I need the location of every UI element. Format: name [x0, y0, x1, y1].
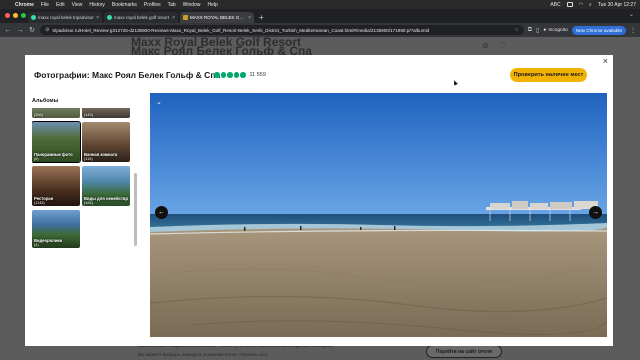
address-bar[interactable]: ⚙ tripadvisor.ru/Hotel_Review-g312725-d2…	[40, 25, 524, 35]
visit-hotel-site-button[interactable]: Перейти на сайт отеля	[426, 345, 502, 358]
kebab-menu-icon[interactable]: ⋮	[630, 27, 636, 34]
new-chrome-available-button[interactable]: New Chrome available	[571, 25, 626, 35]
close-icon[interactable]: ×	[603, 56, 608, 66]
menu-view[interactable]: View	[72, 2, 83, 8]
album-label: Панорамные фото	[34, 152, 73, 157]
address-url: tripadvisor.ru/Hotel_Review-g312725-d213…	[52, 27, 430, 33]
close-tab-icon[interactable]: ×	[96, 15, 99, 21]
album-scrollbar[interactable]	[134, 173, 137, 246]
collapse-chevron-icon[interactable]: ⌄	[156, 98, 162, 106]
tripadvisor-favicon-icon	[107, 15, 112, 20]
side-panel-icon[interactable]: ▯	[536, 27, 539, 34]
tab-search-chevron-icon[interactable]: ⌄	[629, 11, 634, 18]
album-count: (4)	[34, 243, 39, 247]
menu-edit[interactable]: Edit	[56, 2, 65, 8]
rating-bubble-icon	[233, 72, 239, 78]
incognito-label: Incognito	[548, 27, 568, 33]
album-count: (356)	[34, 113, 43, 117]
incognito-indicator[interactable]: ● Incognito	[543, 28, 567, 33]
menu-window[interactable]: Window	[183, 2, 201, 8]
close-tab-icon[interactable]: ×	[248, 15, 251, 21]
menu-file[interactable]: File	[41, 2, 49, 8]
rating-bubble-icon	[220, 72, 226, 78]
albums-heading: Альбомы	[32, 98, 59, 104]
album-thumbnail[interactable]: Ресторан (1132)	[32, 166, 80, 206]
rating-bubble-icon	[240, 72, 246, 78]
reload-icon[interactable]: ↻	[28, 26, 36, 34]
heart-icon[interactable]: ♡	[499, 41, 506, 50]
hotel-actions: ⊚ ♡	[482, 41, 506, 50]
album-count: (1132)	[34, 201, 45, 205]
wifi-icon[interactable]: ◠	[579, 2, 583, 8]
menu-status-area: ABC ◠ ⌕ Tue 30 Apr 12:27	[550, 2, 636, 8]
menu-clock[interactable]: Tue 30 Apr 12:27	[598, 2, 636, 8]
beach-panorama-photo	[150, 93, 607, 337]
forward-arrow-icon[interactable]: →	[16, 27, 24, 34]
tab-title: maxx royal belek golf resort	[114, 15, 170, 20]
album-list[interactable]: (356) (145) Панорамные фото (6) Ванная к…	[32, 108, 138, 248]
previous-photo-arrow-icon[interactable]: ←	[155, 206, 168, 219]
photo-viewer[interactable]: ⌄ ← →	[150, 93, 607, 337]
check-availability-button[interactable]: Проверить наличие мест	[510, 68, 587, 82]
album-count: (6)	[34, 157, 39, 161]
photo-gallery-modal: × Фотографии: Макс Роял Белек Гольф & Сп…	[25, 55, 613, 346]
album-thumbnail[interactable]: Ванная комната (115)	[82, 122, 130, 162]
back-arrow-icon[interactable]: ←	[4, 27, 12, 34]
browser-tab-strip: maxx royal belek tripadvisor × maxx roya…	[0, 9, 640, 23]
menu-history[interactable]: History	[89, 2, 105, 8]
album-count: (115)	[84, 157, 93, 161]
browser-tab-active[interactable]: MAXX ROYAL BELEK GOLF RESORT ×	[180, 12, 254, 23]
abc-input-indicator[interactable]: ABC	[550, 2, 560, 8]
album-thumbnail[interactable]: Виды для семействр (184)	[82, 166, 130, 206]
next-photo-arrow-icon[interactable]: →	[589, 206, 602, 219]
close-tab-icon[interactable]: ×	[172, 15, 175, 21]
menu-help[interactable]: Help	[207, 2, 217, 8]
tripadvisor-favicon-icon	[31, 15, 36, 20]
tab-title: MAXX ROYAL BELEK GOLF RESORT	[190, 15, 246, 20]
album-thumbnail[interactable]: (145)	[82, 108, 130, 118]
extensions-puzzle-icon[interactable]: ⧉	[528, 27, 532, 34]
battery-icon[interactable]	[566, 2, 573, 7]
incognito-icon: ●	[543, 27, 547, 33]
macos-menu-bar: Chrome File Edit View History Bookmarks …	[0, 0, 640, 9]
album-thumbnail[interactable]: Видеоролики (4)	[32, 210, 80, 248]
browser-toolbar: ← → ↻ ⚙ tripadvisor.ru/Hotel_Review-g312…	[0, 23, 640, 37]
menu-profiles[interactable]: Profiles	[144, 2, 161, 8]
zoom-window-button[interactable]	[21, 13, 26, 18]
spotlight-icon[interactable]: ⌕	[589, 2, 592, 8]
rating-bubbles[interactable]: 11 559	[214, 72, 266, 78]
rating-bubble-icon	[214, 72, 220, 78]
menu-tab[interactable]: Tab	[168, 2, 176, 8]
menu-app-chrome[interactable]: Chrome	[15, 2, 34, 8]
bookmark-star-icon[interactable]: ☆	[514, 27, 518, 33]
window-controls	[5, 13, 26, 18]
close-window-button[interactable]	[5, 13, 10, 18]
modal-title: Фотографии: Макс Роял Белек Гольф & Спа	[34, 70, 221, 80]
album-thumbnail[interactable]: (356)	[32, 108, 80, 118]
browser-tab[interactable]: maxx royal belek tripadvisor ×	[28, 12, 102, 23]
album-count: (145)	[84, 113, 93, 117]
share-icon[interactable]: ⊚	[482, 41, 489, 50]
album-thumbnail-selected[interactable]: Панорамные фото (6)	[32, 121, 81, 163]
hotel-favicon-icon	[183, 15, 188, 20]
site-info-icon[interactable]: ⚙	[45, 27, 49, 33]
review-count[interactable]: 11 559	[250, 72, 266, 78]
rating-bubble-icon	[227, 72, 233, 78]
menu-bookmarks[interactable]: Bookmarks	[112, 2, 137, 8]
album-count: (184)	[84, 201, 93, 205]
minimize-window-button[interactable]	[13, 13, 18, 18]
browser-tab[interactable]: maxx royal belek golf resort ×	[104, 12, 178, 23]
availability-notice-sub: Вы можете выбрать номера в основном отел…	[138, 352, 268, 357]
tab-title: maxx royal belek tripadvisor	[38, 15, 94, 20]
new-tab-plus-icon[interactable]: +	[259, 12, 264, 23]
